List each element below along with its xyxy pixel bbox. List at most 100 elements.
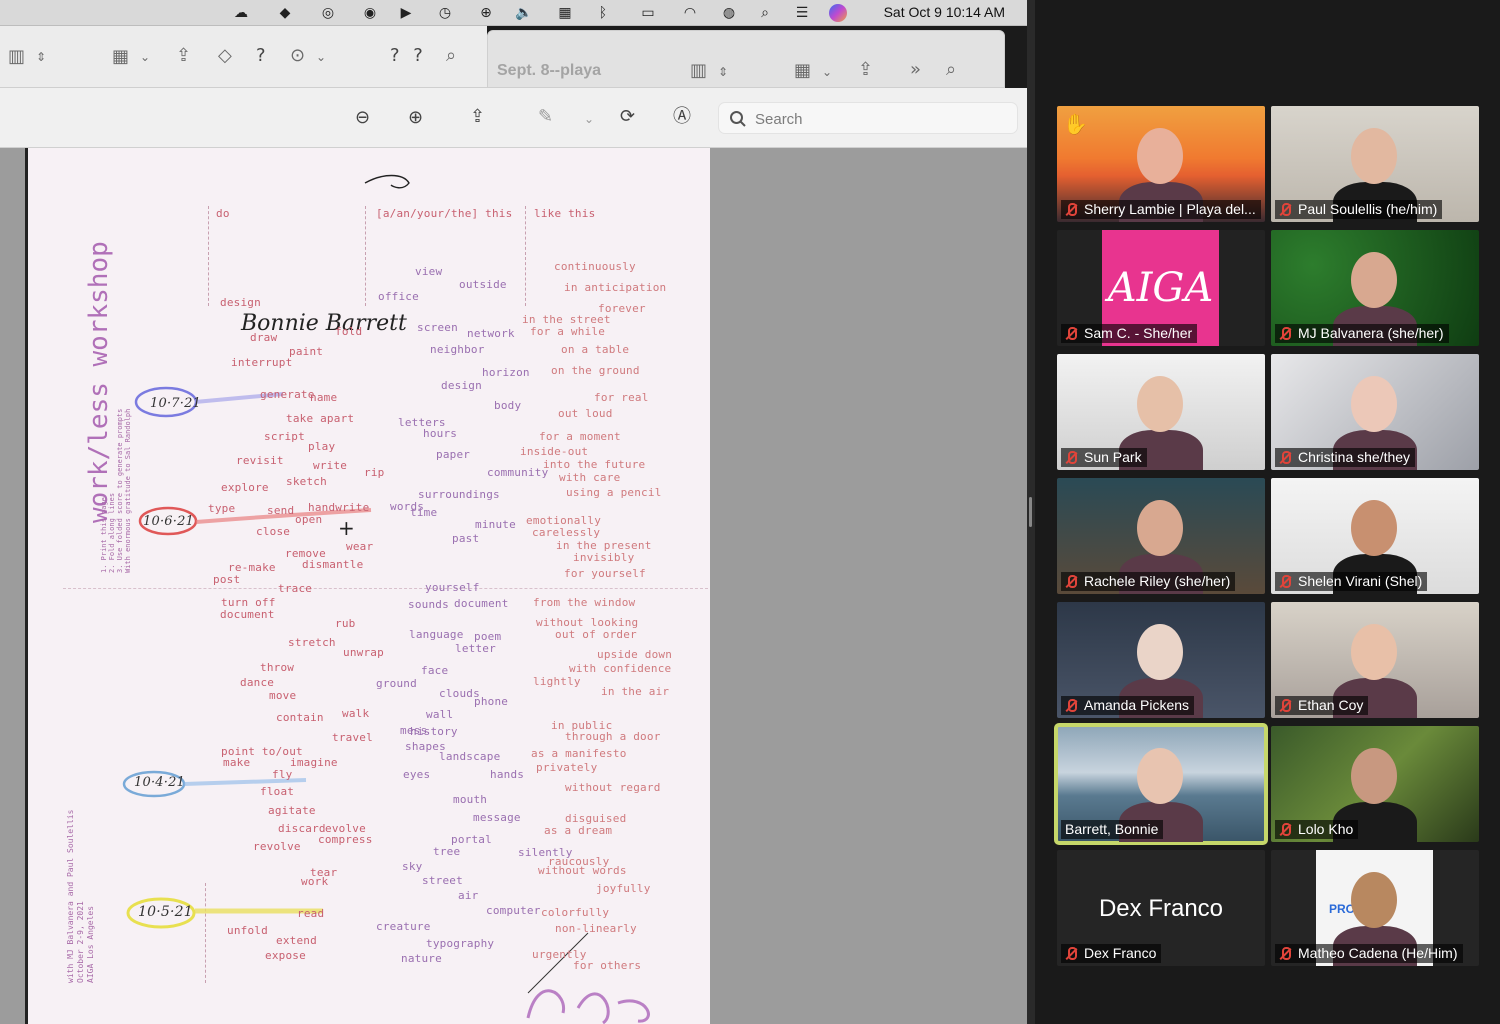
participant-tile[interactable]: MJ Balvanera (she/her) <box>1271 230 1479 346</box>
participant-tile[interactable]: Barrett, Bonnie <box>1054 723 1268 845</box>
spotlight-icon[interactable]: ⌕ <box>756 4 774 22</box>
manner-word: using a pencil <box>566 486 662 499</box>
raised-hand-icon: ✋ <box>1063 112 1088 136</box>
columns-view-icon[interactable]: ▥ <box>690 60 707 82</box>
participant-tile[interactable]: AIGA Sam C. - She/her <box>1057 230 1265 346</box>
window-divider[interactable] <box>1027 0 1035 1024</box>
sidebar-toggle-icon[interactable]: ▥ <box>8 46 25 68</box>
noun-word: document <box>454 597 509 610</box>
noun-word: letter <box>455 642 496 655</box>
noun-word: design <box>441 379 482 392</box>
play-icon[interactable]: ▶ <box>397 4 415 22</box>
participant-tile[interactable]: Amanda Pickens <box>1057 602 1265 718</box>
manner-word: upside down <box>597 648 673 661</box>
keyboard-icon[interactable]: ▦ <box>556 4 574 22</box>
participant-name: Lolo Kho <box>1298 821 1354 837</box>
note-tab-title[interactable]: Sept. 8--playa <box>497 62 601 80</box>
chevron-down-icon[interactable]: ⌄ <box>316 46 326 68</box>
noun-word: horizon <box>482 366 530 379</box>
muted-mic-icon <box>1065 574 1077 589</box>
noun-word: sky <box>402 860 423 873</box>
time-machine-icon[interactable]: ◷ <box>436 4 454 22</box>
more-options-icon[interactable]: ⊙ <box>290 45 305 67</box>
muted-mic-icon <box>1279 326 1291 341</box>
participant-name: Dex Franco <box>1084 945 1157 961</box>
participant-tile[interactable]: Sun Park <box>1057 354 1265 470</box>
participant-face <box>1351 624 1397 680</box>
share-icon[interactable]: ⇪ <box>176 45 191 67</box>
verb-word: travel <box>332 731 373 744</box>
chevron-down-icon[interactable]: ⌄ <box>822 61 832 83</box>
volume-icon[interactable]: 🔈 <box>515 4 533 22</box>
manner-word: from the window <box>533 596 636 609</box>
control-center-icon[interactable]: ☰ <box>793 4 811 22</box>
user-icon[interactable]: ◍ <box>720 4 738 22</box>
participant-tile[interactable]: Shelen Virani (Shel) <box>1271 478 1479 594</box>
participant-tile[interactable]: ✋ Sherry Lambie | Playa del... <box>1057 106 1265 222</box>
share-icon[interactable]: ⇪ <box>470 106 485 128</box>
participant-name-label: Sherry Lambie | Playa del... <box>1061 200 1261 219</box>
vpn-icon[interactable]: ◉ <box>361 4 379 22</box>
annotate-icon[interactable]: Ⓐ <box>673 106 691 128</box>
participant-tile[interactable]: Ethan Coy <box>1271 602 1479 718</box>
dropbox-icon[interactable]: ◆ <box>276 4 294 22</box>
muted-mic-icon <box>1279 574 1291 589</box>
chevron-updown-icon[interactable]: ⇕ <box>36 46 46 68</box>
verb-word: draw <box>250 331 278 344</box>
verb-word: throw <box>260 661 295 674</box>
noun-word: landscape <box>439 750 501 763</box>
noun-word: nature <box>401 952 442 965</box>
search-field[interactable]: Search <box>718 102 1018 134</box>
menu-clock[interactable]: Sat Oct 9 10:14 AM <box>884 4 1005 20</box>
noun-word: wall <box>426 708 454 721</box>
tag-icon[interactable]: ◇ <box>218 45 232 67</box>
chevron-updown-icon[interactable]: ⇕ <box>718 61 728 83</box>
participant-tile[interactable]: Lolo Kho <box>1271 726 1479 842</box>
verb-word: close <box>256 525 291 538</box>
help-pair-label[interactable]: ? ? <box>390 45 427 67</box>
rotate-icon[interactable]: ⟳ <box>620 106 635 128</box>
chevron-down-icon[interactable]: ⌄ <box>584 108 594 130</box>
accessibility-icon[interactable]: ⊕ <box>477 4 495 22</box>
participant-tile[interactable]: Paul Soulellis (he/him) <box>1271 106 1479 222</box>
noun-word: screen <box>417 321 458 334</box>
noun-word: body <box>494 399 522 412</box>
noun-word: past <box>452 532 480 545</box>
zoom-in-icon[interactable]: ⊕ <box>408 107 423 129</box>
participant-name-label: Sam C. - She/her <box>1061 324 1198 343</box>
noun-word: computer <box>486 904 541 917</box>
participant-tile[interactable]: PROUD Matheo Cadena (He/Him) <box>1271 850 1479 966</box>
participant-tile[interactable]: Christina she/they <box>1271 354 1479 470</box>
noun-word: mouth <box>453 793 488 806</box>
sync-icon[interactable]: ◎ <box>319 4 337 22</box>
siri-icon[interactable] <box>829 4 847 22</box>
wifi-icon[interactable]: ◠ <box>681 4 699 22</box>
verb-word: paint <box>289 345 324 358</box>
participant-tile[interactable]: Dex Franco Dex Franco <box>1057 850 1265 966</box>
credit-line: AIGA Los Angeles <box>86 905 95 983</box>
manner-word: continuously <box>554 260 636 273</box>
instruction-line: With enormous gratitude to Sal Randolph <box>124 408 132 573</box>
participant-tile[interactable]: Rachele Riley (she/her) <box>1057 478 1265 594</box>
markup-pen-icon[interactable]: ✎ <box>538 106 553 128</box>
search-icon[interactable]: ⌕ <box>946 59 956 81</box>
zoom-out-icon[interactable]: ⊖ <box>355 107 370 129</box>
gallery-view-icon[interactable]: ▦ <box>112 46 129 68</box>
creative-cloud-icon[interactable]: ☁ <box>232 4 250 22</box>
verb-word: contain <box>276 711 324 724</box>
verb-word: write <box>313 459 348 472</box>
overflow-chevrons-icon[interactable]: » <box>910 59 921 81</box>
participant-name: Sam C. - She/her <box>1084 325 1193 341</box>
share-icon[interactable]: ⇪ <box>858 59 873 81</box>
participant-name: Sherry Lambie | Playa del... <box>1084 201 1256 217</box>
chevron-down-icon[interactable]: ⌄ <box>140 46 150 68</box>
search-icon[interactable]: ⌕ <box>446 45 456 67</box>
help-button[interactable]: ? <box>256 45 266 67</box>
bluetooth-icon[interactable]: ᛒ <box>594 4 612 22</box>
participant-face <box>1351 872 1397 928</box>
verb-word: wear <box>346 540 374 553</box>
gallery-view-icon[interactable]: ▦ <box>794 60 811 82</box>
signature-flourish <box>364 174 410 189</box>
participant-name-label: Dex Franco <box>1061 944 1162 963</box>
battery-icon[interactable]: ▭ <box>634 4 662 22</box>
